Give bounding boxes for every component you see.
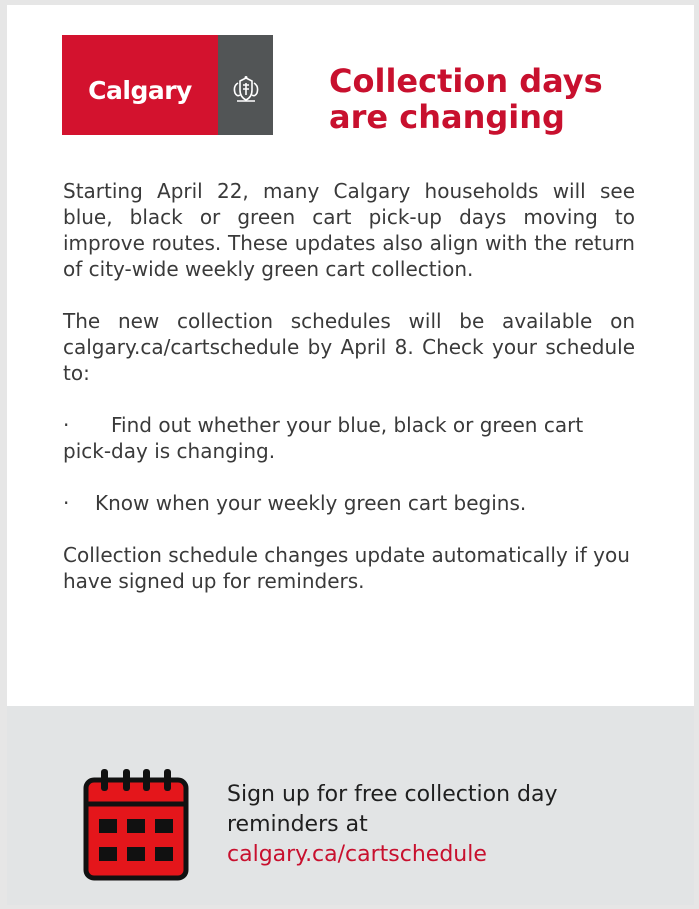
paragraph-2: The new collection schedules will be ava… <box>63 309 635 385</box>
reminder-text: Sign up for free collection day reminder… <box>227 780 657 870</box>
headline-line-2: are changing <box>329 98 565 136</box>
body-text: Starting April 22, many Calgary househol… <box>63 178 635 620</box>
paragraph-1: Starting April 22, many Calgary househol… <box>63 179 635 281</box>
calgary-logo: Calgary <box>62 35 273 135</box>
logo-emblem-panel <box>218 35 273 135</box>
calendar-icon <box>83 769 189 881</box>
bullet-item: · Find out whether your blue, black or g… <box>63 412 635 464</box>
city-coat-of-arms-icon <box>233 76 258 102</box>
bullet-text: Know when your weekly green cart begins. <box>95 491 527 515</box>
bullet-item: · Know when your weekly green cart begin… <box>63 490 635 516</box>
cartschedule-link[interactable]: calgary.ca/cartschedule <box>227 840 657 870</box>
reminder-footer: Sign up for free collection day reminder… <box>7 706 694 905</box>
paragraph-3: Collection schedule changes update autom… <box>63 543 630 593</box>
headline-line-1: Collection days <box>329 62 603 100</box>
headline: Collection days are changing <box>329 63 659 135</box>
reminder-label: Sign up for free collection day reminder… <box>227 782 558 837</box>
bullet-text: Find out whether your blue, black or gre… <box>63 413 584 463</box>
notice-card: Calgary Collection days are changing Sta… <box>7 5 694 905</box>
logo-wordmark: Calgary <box>62 35 218 135</box>
